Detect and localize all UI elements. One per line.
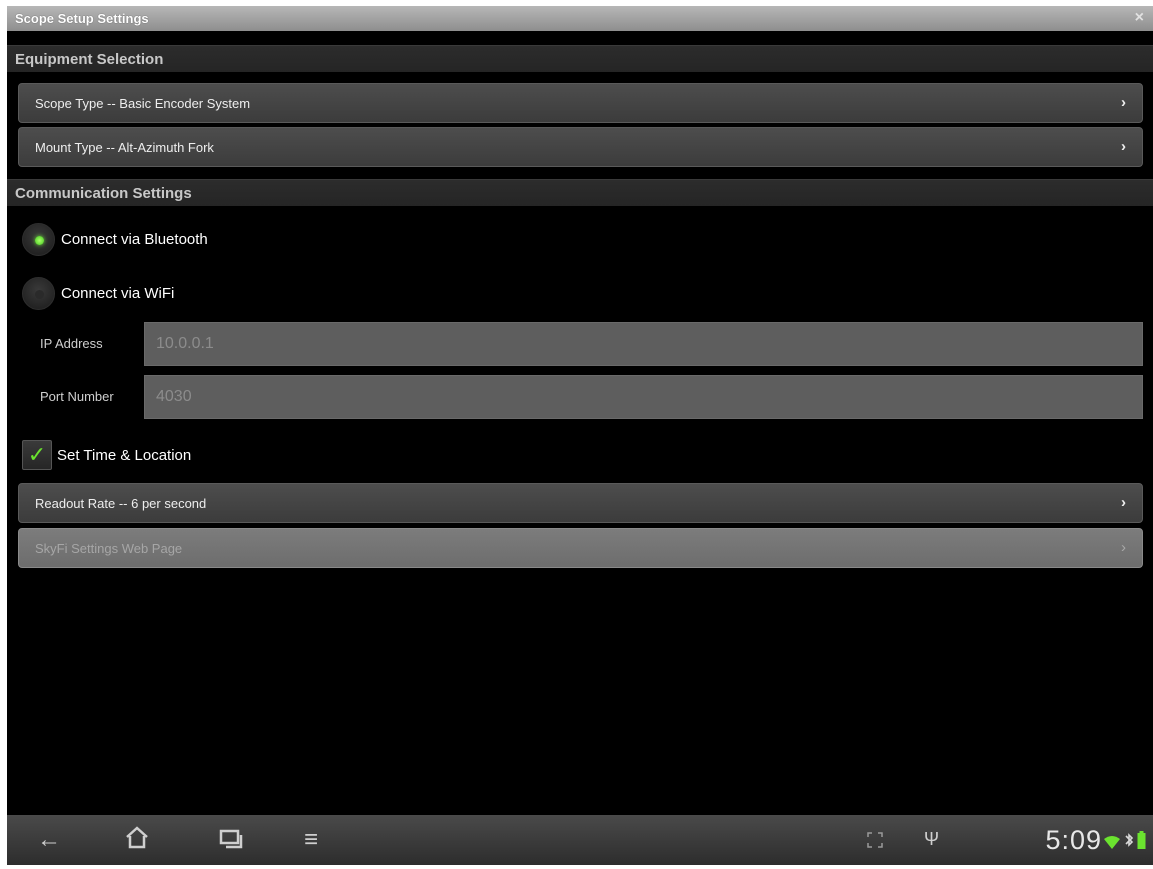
- wifi-radio[interactable]: [22, 276, 55, 310]
- app-screen: Scope Setup Settings × Equipment Selecti…: [7, 6, 1153, 865]
- ip-address-input[interactable]: 10.0.0.1: [144, 322, 1143, 366]
- set-time-location-label: Set Time & Location: [57, 446, 192, 464]
- readout-rate-label: Readout Rate -- 6 per second: [35, 495, 207, 511]
- chevron-right-icon: ›: [1121, 94, 1126, 111]
- section-title: Equipment Selection: [15, 50, 164, 68]
- readout-rate-button[interactable]: Readout Rate -- 6 per second ›: [18, 483, 1143, 523]
- bluetooth-radio-label: Connect via Bluetooth: [61, 230, 208, 248]
- checkmark-icon: ✓: [27, 442, 47, 467]
- skyfi-settings-label: SkyFi Settings Web Page: [35, 540, 183, 556]
- recent-apps-icon[interactable]: [218, 827, 244, 856]
- close-icon[interactable]: ×: [1135, 9, 1144, 27]
- bluetooth-radio[interactable]: [22, 222, 55, 256]
- skyfi-settings-web-page-button[interactable]: SkyFi Settings Web Page ›: [18, 528, 1143, 568]
- wifi-radio-option[interactable]: Connect via WiFi: [22, 276, 174, 310]
- mount-type-button[interactable]: Mount Type -- Alt-Azimuth Fork ›: [18, 127, 1143, 167]
- port-number-input[interactable]: 4030: [144, 375, 1143, 419]
- chevron-right-icon: ›: [1121, 138, 1126, 155]
- radio-selected-indicator: [35, 235, 44, 245]
- section-equipment-selection: Equipment Selection: [7, 45, 1153, 72]
- port-number-row: Port Number 4030: [25, 375, 1145, 419]
- set-time-location-option[interactable]: ✓ Set Time & Location: [22, 439, 191, 471]
- ip-address-label: IP Address: [40, 336, 103, 351]
- back-icon[interactable]: ←: [37, 828, 61, 852]
- radio-unselected-indicator: [35, 289, 44, 299]
- system-navigation-bar: ← ≡ Ψ 5:09: [7, 815, 1153, 865]
- dialog-title: Scope Setup Settings: [15, 11, 149, 26]
- home-icon[interactable]: [124, 825, 150, 856]
- usb-icon: Ψ: [924, 829, 940, 849]
- section-title: Communication Settings: [15, 184, 192, 202]
- section-communication-settings: Communication Settings: [7, 179, 1153, 206]
- status-clock: 5:09: [1045, 825, 1102, 855]
- ip-address-row: IP Address 10.0.0.1: [25, 322, 1145, 366]
- chevron-right-icon: ›: [1121, 494, 1126, 511]
- mount-type-label: Mount Type -- Alt-Azimuth Fork: [35, 139, 214, 155]
- scope-type-label: Scope Type -- Basic Encoder System: [35, 95, 251, 111]
- wifi-radio-label: Connect via WiFi: [61, 284, 175, 302]
- wifi-icon: [1104, 834, 1120, 852]
- port-number-label: Port Number: [40, 389, 114, 404]
- set-time-location-checkbox[interactable]: ✓: [22, 440, 52, 470]
- bluetooth-radio-option[interactable]: Connect via Bluetooth: [22, 222, 208, 256]
- scope-type-button[interactable]: Scope Type -- Basic Encoder System ›: [18, 83, 1143, 123]
- fullscreen-icon[interactable]: [866, 831, 884, 852]
- battery-icon: [1137, 831, 1146, 852]
- menu-icon[interactable]: ≡: [304, 828, 318, 852]
- dialog-title-bar: Scope Setup Settings ×: [7, 6, 1153, 31]
- chevron-right-icon: ›: [1121, 539, 1126, 556]
- bluetooth-icon: [1124, 832, 1134, 851]
